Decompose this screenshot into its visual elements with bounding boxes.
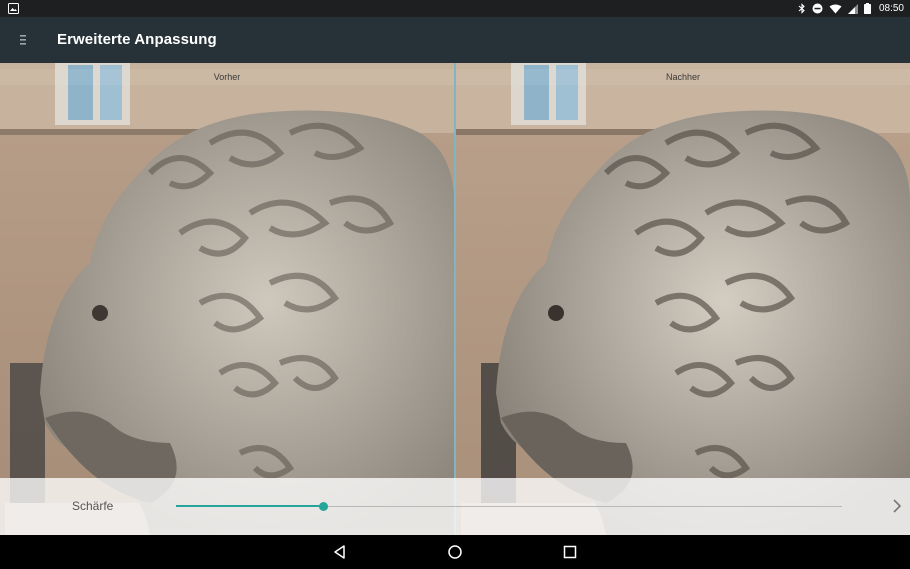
recents-icon[interactable] xyxy=(562,544,578,560)
after-image: Nachher xyxy=(456,63,910,535)
sharpness-slider[interactable] xyxy=(176,502,842,512)
app-bar: Erweiterte Anpassung xyxy=(0,17,910,63)
slider-thumb[interactable] xyxy=(318,502,328,511)
before-image: Vorher xyxy=(0,63,454,535)
battery-icon xyxy=(863,3,871,14)
wifi-icon xyxy=(829,4,842,13)
signal-icon xyxy=(847,3,858,14)
system-nav-bar xyxy=(0,535,910,569)
sharpness-label: Schärfe xyxy=(72,499,114,513)
status-bar: 08:50 xyxy=(0,0,910,17)
slider-fill xyxy=(176,505,323,507)
lion-statue-image xyxy=(456,63,910,535)
bluetooth-icon xyxy=(798,3,805,14)
home-icon[interactable] xyxy=(447,544,463,560)
image-icon xyxy=(8,3,19,14)
lion-statue-image xyxy=(0,63,454,535)
before-after-compare[interactable]: Vorher Nachher xyxy=(0,63,910,535)
page-title: Erweiterte Anpassung xyxy=(57,31,217,48)
do-not-disturb-icon xyxy=(812,3,823,14)
back-icon[interactable] xyxy=(332,544,348,560)
before-label: Vorher xyxy=(0,69,454,85)
chevron-right-icon[interactable] xyxy=(890,496,904,516)
after-label: Nachher xyxy=(456,69,910,85)
menu-icon[interactable] xyxy=(14,30,34,50)
adjustment-panel: Schärfe xyxy=(0,478,910,535)
status-time: 08:50 xyxy=(878,3,904,14)
